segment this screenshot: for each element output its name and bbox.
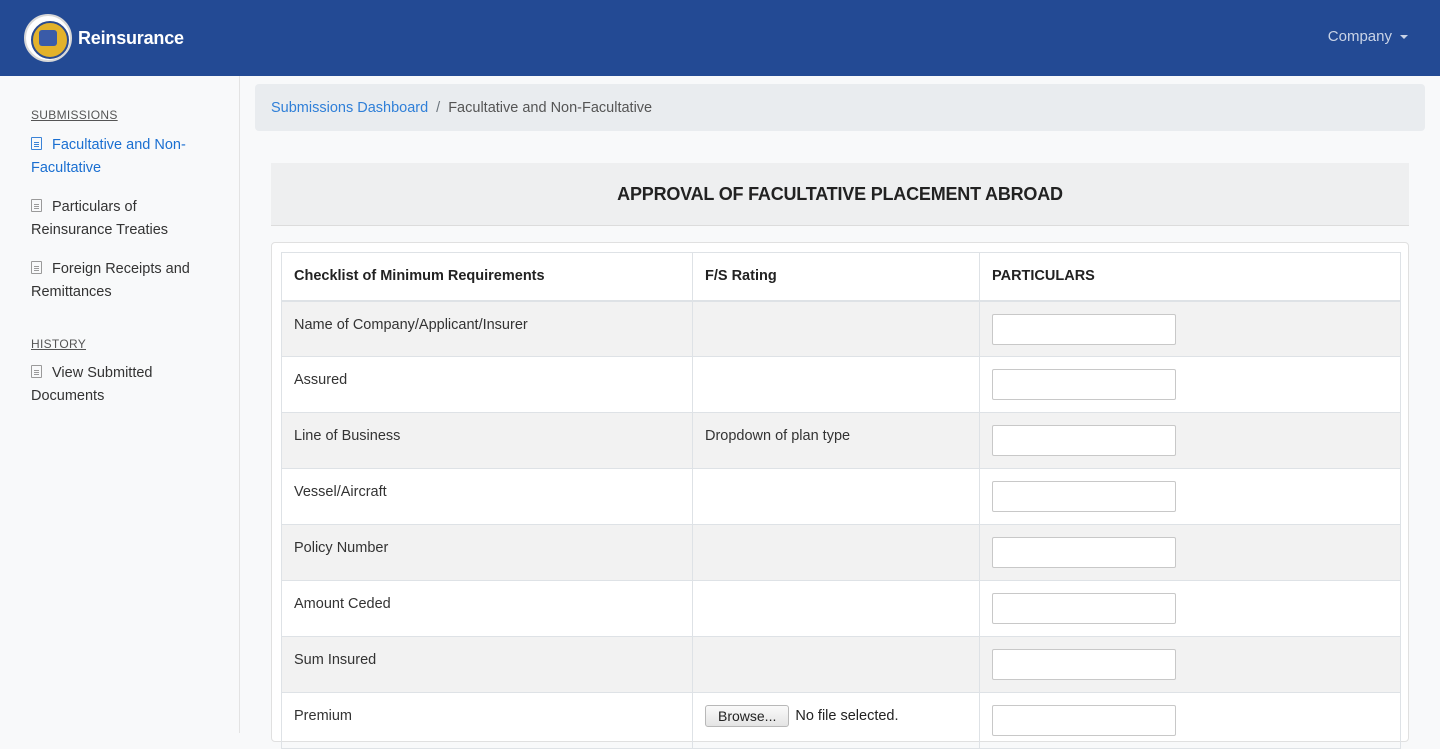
requirement-cell: Amount Ceded [281, 580, 693, 637]
seal-logo-icon [24, 14, 72, 62]
sidebar-item-label: View Submitted Documents [31, 365, 153, 404]
table-row: Amount Ceded [281, 580, 1401, 637]
requirement-cell: Premium [281, 692, 693, 749]
particulars-cell [979, 468, 1401, 525]
requirement-cell: Line of Business [281, 412, 693, 469]
document-icon [31, 365, 42, 378]
sidebar-heading-history: HISTORY [31, 337, 87, 351]
rating-cell [692, 468, 980, 525]
breadcrumb-current: Facultative and Non-Facultative [448, 99, 653, 116]
sidebar-item-label: Facultative and Non-Facultative [31, 137, 186, 176]
column-header-requirements: Checklist of Minimum Requirements [281, 252, 693, 302]
table-row: Sum Insured [281, 636, 1401, 693]
rating-cell: Browse... No file selected. [692, 692, 980, 749]
form-title: APPROVAL OF FACULTATIVE PLACEMENT ABROAD [617, 183, 1063, 204]
particulars-cell [979, 356, 1401, 413]
table-row: Line of Business Dropdown of plan type [281, 412, 1401, 469]
table-header-row: Checklist of Minimum Requirements F/S Ra… [281, 252, 1401, 302]
checklist-table: Checklist of Minimum Requirements F/S Ra… [281, 252, 1401, 749]
caret-down-icon [1400, 34, 1408, 39]
breadcrumb-separator: / [436, 99, 441, 116]
particulars-cell [979, 300, 1401, 357]
rating-cell [692, 356, 980, 413]
particulars-cell [979, 580, 1401, 637]
particulars-cell [979, 524, 1401, 581]
sidebar-item-label: Foreign Receipts and Remittances [31, 261, 190, 300]
sidebar-item-facultative[interactable]: Facultative and Non-Facultative [31, 134, 221, 180]
requirement-cell: Assured [281, 356, 693, 413]
table-row: Name of Company/Applicant/Insurer [281, 300, 1401, 357]
table-row: Assured [281, 356, 1401, 413]
browse-button[interactable]: Browse... [705, 705, 790, 727]
top-navbar: Reinsurance Company [0, 0, 1440, 76]
rating-cell [692, 580, 980, 637]
amount-ceded-input[interactable] [992, 593, 1176, 624]
breadcrumb: Submissions Dashboard / Facultative and … [255, 84, 1425, 131]
company-dropdown[interactable]: Company [1328, 28, 1408, 45]
brand-name: Reinsurance [78, 27, 184, 48]
line-of-business-input[interactable] [992, 425, 1176, 456]
sidebar-item-foreign-receipts[interactable]: Foreign Receipts and Remittances [31, 258, 221, 304]
file-upload: Browse... No file selected. [705, 705, 967, 727]
policy-number-input[interactable] [992, 537, 1176, 568]
requirement-cell: Name of Company/Applicant/Insurer [281, 300, 693, 357]
sum-insured-input[interactable] [992, 649, 1176, 680]
file-status-text: No file selected. [795, 708, 899, 724]
form-header: APPROVAL OF FACULTATIVE PLACEMENT ABROAD [271, 163, 1409, 226]
checklist-table-container: Checklist of Minimum Requirements F/S Ra… [271, 242, 1409, 749]
vessel-aircraft-input[interactable] [992, 481, 1176, 512]
rating-cell [692, 636, 980, 693]
document-icon [31, 199, 42, 212]
brand[interactable]: Reinsurance [24, 14, 184, 62]
column-header-fs-rating: F/S Rating [692, 252, 980, 302]
sidebar: SUBMISSIONS Facultative and Non-Facultat… [0, 76, 240, 733]
sidebar-heading-submissions: SUBMISSIONS [31, 108, 118, 122]
document-icon [31, 137, 42, 150]
sidebar-item-view-submitted[interactable]: View Submitted Documents [31, 362, 221, 408]
premium-input[interactable] [992, 705, 1176, 736]
requirement-cell: Policy Number [281, 524, 693, 581]
column-header-particulars: PARTICULARS [979, 252, 1401, 302]
assured-input[interactable] [992, 369, 1176, 400]
breadcrumb-link-dashboard[interactable]: Submissions Dashboard [271, 100, 428, 116]
table-row: Premium Browse... No file selected. [281, 692, 1401, 749]
table-row: Vessel/Aircraft [281, 468, 1401, 525]
company-dropdown-label: Company [1327, 28, 1392, 45]
particulars-cell [979, 412, 1401, 469]
particulars-cell [979, 636, 1401, 693]
sidebar-item-label: Particulars of Reinsurance Treaties [31, 199, 169, 238]
company-name-input[interactable] [992, 313, 1176, 345]
requirement-cell: Sum Insured [281, 636, 693, 693]
sidebar-item-reinsurance-treaties[interactable]: Particulars of Reinsurance Treaties [31, 196, 221, 242]
rating-cell [692, 300, 980, 357]
rating-cell [692, 524, 980, 581]
rating-cell: Dropdown of plan type [692, 412, 980, 469]
table-row: Policy Number [281, 524, 1401, 581]
requirement-cell: Vessel/Aircraft [281, 468, 693, 525]
particulars-cell [979, 692, 1401, 749]
document-icon [31, 261, 42, 274]
